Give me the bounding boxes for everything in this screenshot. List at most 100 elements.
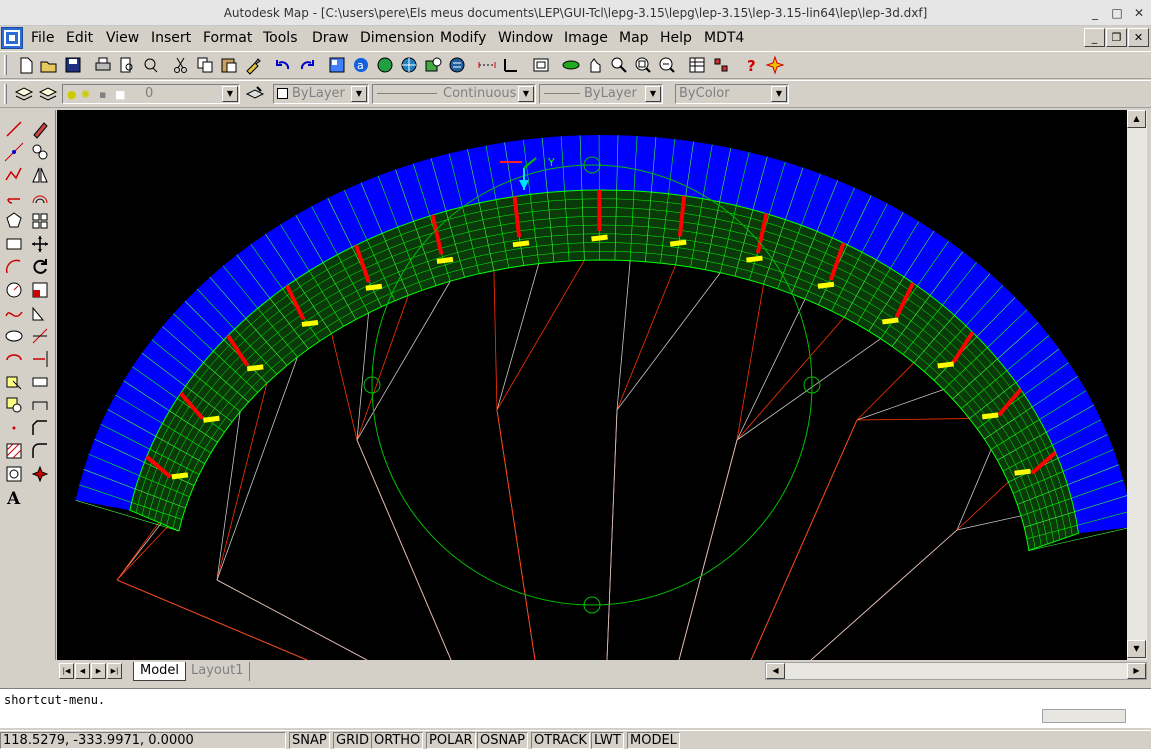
hyperlink-icon[interactable]: a bbox=[351, 55, 371, 75]
polar-toggle[interactable]: POLAR bbox=[426, 732, 476, 749]
grid-toggle[interactable]: GRID bbox=[333, 732, 372, 749]
color-dropdown[interactable]: ByLayer ▼ bbox=[273, 84, 369, 104]
chevron-down-icon[interactable]: ▼ bbox=[222, 86, 238, 102]
first-tab-button[interactable]: |◀ bbox=[59, 663, 74, 679]
last-tab-button[interactable]: ▶| bbox=[107, 663, 122, 679]
snap-toggle[interactable]: SNAP bbox=[289, 732, 330, 749]
menu-dimension[interactable]: Dimension bbox=[358, 27, 436, 49]
menu-view[interactable]: View bbox=[104, 27, 141, 49]
polyline-icon[interactable] bbox=[3, 164, 25, 186]
chevron-down-icon[interactable]: ▼ bbox=[645, 86, 661, 102]
explode-icon[interactable] bbox=[29, 463, 51, 485]
command-window[interactable]: shortcut-menu. bbox=[0, 688, 1151, 728]
menu-file[interactable]: File bbox=[29, 27, 56, 49]
make-object-layer-current-icon[interactable] bbox=[245, 84, 265, 104]
sparkle-icon[interactable] bbox=[765, 55, 785, 75]
ucs-icon[interactable] bbox=[501, 55, 521, 75]
layer-manager-icon[interactable] bbox=[14, 84, 34, 104]
region-icon[interactable] bbox=[3, 463, 25, 485]
match-properties-icon[interactable] bbox=[243, 55, 263, 75]
scroll-up-button[interactable]: ▲ bbox=[1127, 110, 1146, 128]
redo-icon[interactable] bbox=[297, 55, 317, 75]
extend-icon[interactable] bbox=[29, 348, 51, 370]
chevron-down-icon[interactable]: ▼ bbox=[771, 86, 787, 102]
doc-restore-button[interactable]: ❐ bbox=[1106, 28, 1127, 47]
layer-previous-icon[interactable] bbox=[38, 84, 58, 104]
menu-mdt4[interactable]: MDT4 bbox=[702, 27, 746, 49]
menu-format[interactable]: Format bbox=[201, 27, 254, 49]
open-folder-icon[interactable] bbox=[39, 55, 59, 75]
menu-image[interactable]: Image bbox=[562, 27, 610, 49]
scale-icon[interactable] bbox=[29, 279, 51, 301]
menu-insert[interactable]: Insert bbox=[149, 27, 193, 49]
zoom-window-icon[interactable] bbox=[633, 55, 653, 75]
chevron-down-icon[interactable]: ▼ bbox=[518, 86, 534, 102]
offset-icon[interactable] bbox=[29, 187, 51, 209]
menu-map[interactable]: Map bbox=[617, 27, 651, 49]
doc-minimize-button[interactable]: _ bbox=[1084, 28, 1105, 47]
pan-icon[interactable] bbox=[585, 55, 605, 75]
ellipse-arc-icon[interactable] bbox=[3, 348, 25, 370]
menu-draw[interactable]: Draw bbox=[310, 27, 351, 49]
chamfer-icon[interactable] bbox=[29, 417, 51, 439]
zoom-previous-icon[interactable] bbox=[657, 55, 677, 75]
new-file-icon[interactable] bbox=[16, 55, 36, 75]
map-query-icon[interactable] bbox=[423, 55, 443, 75]
cut-icon[interactable] bbox=[171, 55, 191, 75]
trim-icon[interactable] bbox=[29, 325, 51, 347]
fillet-icon[interactable] bbox=[29, 440, 51, 462]
stretch-icon[interactable] bbox=[29, 302, 51, 324]
copy-icon[interactable] bbox=[195, 55, 215, 75]
zoom-realtime-icon[interactable] bbox=[609, 55, 629, 75]
paste-icon[interactable] bbox=[219, 55, 239, 75]
line-icon[interactable] bbox=[3, 118, 25, 140]
rotate-icon[interactable] bbox=[29, 256, 51, 278]
command-scrollbar[interactable] bbox=[1042, 709, 1126, 723]
app-icon[interactable] bbox=[1, 27, 23, 49]
named-views-icon[interactable] bbox=[531, 55, 551, 75]
web-browser-icon[interactable] bbox=[375, 55, 395, 75]
prev-tab-button[interactable]: ◀ bbox=[75, 663, 90, 679]
model-space-toggle[interactable]: MODEL bbox=[627, 732, 680, 749]
help-icon[interactable]: ? bbox=[741, 55, 761, 75]
menu-window[interactable]: Window bbox=[496, 27, 555, 49]
multiline-text-icon[interactable]: A bbox=[3, 486, 25, 508]
spline-icon[interactable] bbox=[3, 302, 25, 324]
drawing-viewport[interactable]: Y bbox=[57, 110, 1127, 660]
join-icon[interactable] bbox=[29, 394, 51, 416]
doc-close-button[interactable]: ✕ bbox=[1128, 28, 1149, 47]
coordinate-display[interactable]: 118.5279, -333.9971, 0.0000 bbox=[0, 732, 286, 749]
scroll-down-button[interactable]: ▼ bbox=[1127, 640, 1146, 658]
array-icon[interactable] bbox=[29, 210, 51, 232]
scroll-left-button[interactable]: ◀ bbox=[766, 663, 785, 679]
ellipse-icon[interactable] bbox=[3, 325, 25, 347]
chevron-down-icon[interactable]: ▼ bbox=[351, 86, 367, 102]
copy-object-icon[interactable] bbox=[29, 141, 51, 163]
save-icon[interactable] bbox=[63, 55, 83, 75]
hatch-icon[interactable] bbox=[3, 440, 25, 462]
insert-block-icon[interactable] bbox=[3, 371, 25, 393]
scroll-right-button[interactable]: ▶ bbox=[1127, 663, 1146, 679]
3d-orbit-icon[interactable] bbox=[561, 55, 581, 75]
rectangle-icon[interactable] bbox=[3, 233, 25, 255]
osnap-toggle[interactable]: OSNAP bbox=[477, 732, 528, 749]
construction-line-icon[interactable] bbox=[3, 141, 25, 163]
minimize-button[interactable]: _ bbox=[1086, 4, 1104, 22]
plotstyle-dropdown[interactable]: ByColor ▼ bbox=[675, 84, 789, 104]
print-preview-icon[interactable] bbox=[117, 55, 137, 75]
menu-modify[interactable]: Modify bbox=[438, 27, 488, 49]
map-attach-icon[interactable] bbox=[447, 55, 467, 75]
polygon-icon[interactable] bbox=[3, 187, 25, 209]
tab-layout1[interactable]: Layout1 bbox=[185, 662, 250, 681]
tool-palette-icon[interactable] bbox=[711, 55, 731, 75]
toolbar-grip[interactable] bbox=[4, 84, 7, 104]
lineweight-dropdown[interactable]: ByLayer ▼ bbox=[539, 84, 663, 104]
properties-icon[interactable] bbox=[687, 55, 707, 75]
mirror-icon[interactable] bbox=[29, 164, 51, 186]
next-tab-button[interactable]: ▶ bbox=[91, 663, 106, 679]
print-icon[interactable] bbox=[93, 55, 113, 75]
lwt-toggle[interactable]: LWT bbox=[591, 732, 624, 749]
tab-model[interactable]: Model bbox=[133, 662, 186, 681]
break-icon[interactable] bbox=[29, 371, 51, 393]
globe-icon[interactable] bbox=[399, 55, 419, 75]
